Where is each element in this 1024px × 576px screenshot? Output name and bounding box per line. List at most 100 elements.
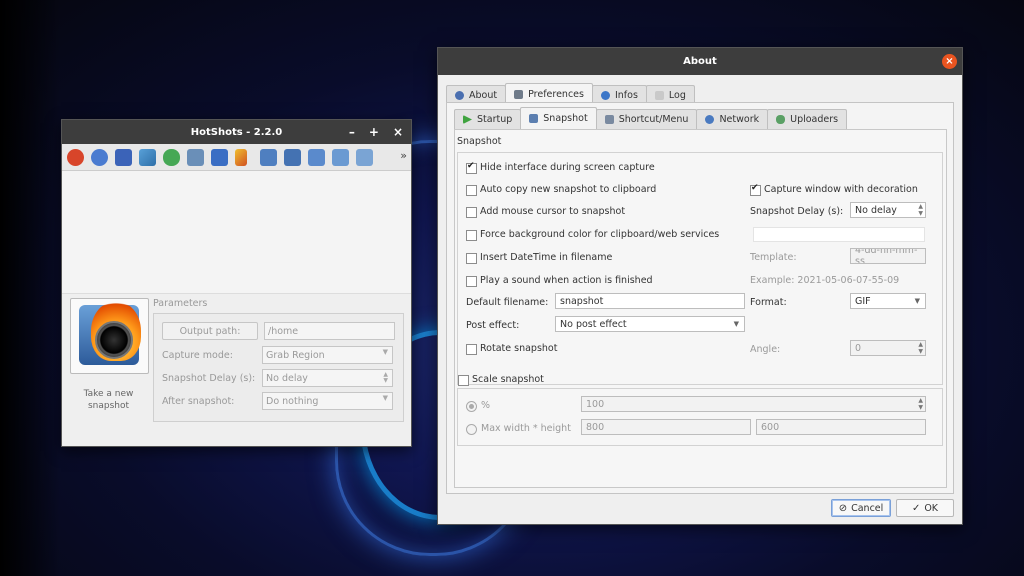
tab-shortcut-menu-label: Shortcut/Menu (618, 114, 689, 125)
capture-mode-select[interactable]: Grab Region ▼ (262, 346, 393, 364)
scanner-icon[interactable] (187, 148, 204, 166)
capture-window-label: Capture window with decoration (764, 184, 918, 195)
cloud-upload-icon[interactable] (163, 148, 180, 166)
spin-arrows-icon[interactable]: ▲ ▼ (918, 397, 923, 411)
cancel-button[interactable]: ⊘ Cancel (831, 499, 891, 517)
pencil-icon[interactable] (235, 148, 247, 166)
cancel-icon: ⊘ (838, 502, 848, 514)
capture-mode-label: Capture mode: (162, 349, 233, 361)
window-icon[interactable] (308, 148, 325, 166)
tab-startup-label: Startup (477, 114, 513, 125)
capture-mode-value: Grab Region (266, 349, 325, 361)
camera-lens-icon (95, 321, 133, 359)
rotate-snapshot-checkbox[interactable] (466, 344, 477, 355)
snapshot-delay-spinbox[interactable]: No delay ▲ ▼ (262, 369, 393, 387)
maximize-button[interactable]: + (369, 125, 379, 139)
tab-network[interactable]: Network (696, 109, 769, 129)
spin-arrows-icon[interactable]: ▲ ▼ (918, 203, 923, 217)
take-snapshot-button[interactable] (70, 298, 149, 374)
hotshots-titlebar[interactable]: HotShots - 2.2.0 – + × (62, 120, 411, 144)
post-effect-value: No post effect (560, 318, 627, 330)
take-snapshot-label: Take a new snapshot (83, 389, 134, 411)
angle-value: 0 (855, 342, 862, 354)
cloud-icon (776, 115, 786, 124)
snapshot-delay-label: Snapshot Delay (s): (750, 206, 844, 217)
default-filename-input[interactable]: snapshot (555, 293, 745, 309)
capture-window-checkbox[interactable] (750, 183, 761, 196)
angle-spinbox[interactable]: 0 ▲ ▼ (850, 340, 926, 356)
post-effect-select[interactable]: No post effect ▼ (555, 316, 745, 332)
spin-arrows-icon[interactable]: ▲ ▼ (918, 341, 923, 355)
snapshot-delay-spinbox[interactable]: No delay ▲ ▼ (850, 202, 926, 218)
format-value: GIF (855, 295, 871, 307)
scale-snapshot-checkbox[interactable] (458, 375, 469, 386)
clipboard-icon[interactable] (211, 148, 228, 166)
shortcut-icon (604, 115, 614, 124)
multi-screen-icon[interactable] (284, 148, 301, 166)
angle-label: Angle: (750, 344, 781, 355)
max-width-input[interactable]: 800 (581, 419, 751, 435)
output-path-field[interactable]: /home (264, 322, 395, 340)
after-snapshot-select[interactable]: Do nothing ▼ (262, 392, 393, 410)
snapshot-icon (529, 114, 539, 123)
network-icon (705, 115, 715, 124)
minimize-button[interactable]: – (349, 125, 355, 139)
play-sound-label: Play a sound when action is finished (480, 275, 653, 286)
snapshot-section-label: Snapshot (457, 136, 502, 147)
printer-icon[interactable] (139, 148, 156, 166)
hide-interface-label: Hide interface during screen capture (480, 162, 655, 173)
close-button[interactable]: × (942, 54, 957, 69)
spin-arrows-icon[interactable]: ▲ ▼ (383, 372, 388, 384)
output-path-button[interactable]: Output path: (162, 322, 258, 340)
region-icon[interactable] (332, 148, 349, 166)
toolbar-more-icon[interactable]: » (400, 149, 407, 162)
default-filename-label: Default filename: (466, 297, 549, 308)
percent-spinbox[interactable]: 100 ▲ ▼ (581, 396, 926, 412)
chevron-down-icon: ▼ (382, 394, 388, 402)
insert-datetime-checkbox[interactable] (466, 253, 477, 264)
preferences-icon (514, 90, 524, 99)
preferences-panel: Startup Snapshot Shortcut/Menu Network U… (446, 102, 954, 494)
about-titlebar[interactable]: About × (438, 48, 962, 75)
after-snapshot-label: After snapshot: (162, 395, 235, 407)
max-size-label: Max width * height (481, 423, 571, 434)
tab-startup[interactable]: Startup (454, 109, 522, 129)
percent-radio[interactable] (466, 401, 477, 412)
tab-shortcut-menu[interactable]: Shortcut/Menu (595, 109, 698, 129)
hotshots-toolbar: » (62, 144, 411, 171)
post-effect-label: Post effect: (466, 320, 520, 331)
desktop-shade (0, 0, 60, 576)
hide-interface-checkbox[interactable] (466, 161, 477, 174)
close-button[interactable]: × (393, 125, 403, 139)
log-icon (654, 91, 664, 100)
template-example: Example: 2021-05-06-07-55-09 (750, 275, 900, 286)
tab-uploaders-label: Uploaders (790, 114, 839, 125)
quit-icon[interactable] (67, 148, 84, 166)
format-label: Format: (750, 297, 787, 308)
checklist-icon[interactable] (115, 148, 132, 166)
chevron-down-icon: ▼ (733, 320, 739, 328)
add-mouse-cursor-checkbox[interactable] (466, 207, 477, 218)
tab-about-label: About (469, 90, 498, 101)
parameters-header: Parameters (153, 298, 208, 309)
force-bg-color-label: Force background color for clipboard/web… (480, 229, 720, 240)
about-title: About (683, 56, 717, 67)
freehand-icon[interactable] (356, 148, 373, 166)
tab-uploaders[interactable]: Uploaders (767, 109, 848, 129)
template-field[interactable]: 4-dd-hh-mm-ss (850, 248, 926, 264)
max-size-radio[interactable] (466, 424, 477, 435)
info-icon[interactable] (91, 148, 108, 166)
ok-button[interactable]: ✓ OK (896, 499, 954, 517)
auto-copy-checkbox[interactable] (466, 185, 477, 196)
screen-icon[interactable] (260, 148, 277, 166)
snapshot-delay-value: No delay (855, 204, 897, 216)
color-swatch[interactable] (753, 227, 925, 242)
auto-copy-label: Auto copy new snapshot to clipboard (480, 184, 657, 195)
max-height-input[interactable]: 600 (756, 419, 926, 435)
template-label: Template: (750, 252, 797, 263)
play-sound-checkbox[interactable] (466, 276, 477, 287)
force-bg-color-checkbox[interactable] (466, 230, 477, 241)
percent-value: 100 (586, 398, 605, 410)
tab-snapshot[interactable]: Snapshot (520, 107, 597, 129)
format-select[interactable]: GIF ▼ (850, 293, 926, 309)
